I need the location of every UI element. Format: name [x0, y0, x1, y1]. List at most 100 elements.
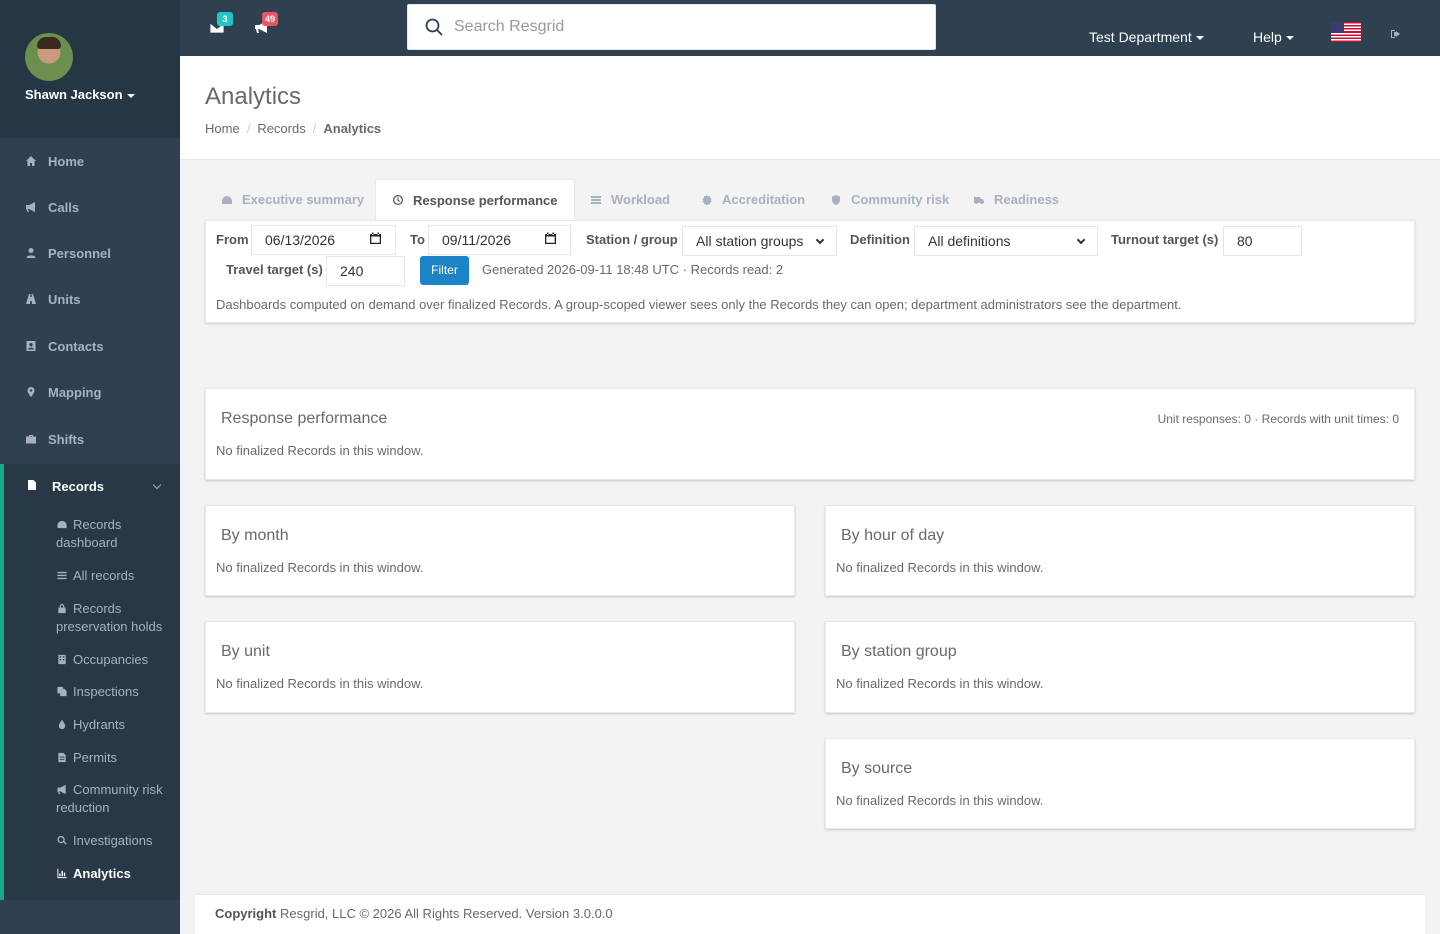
footer: Copyright Resgrid, LLC © 2026 All Rights… [195, 894, 1425, 934]
breadcrumb-records[interactable]: Records [257, 121, 305, 136]
shield-icon [832, 194, 840, 205]
by-unit-card: By unit No finalized Records in this win… [205, 621, 795, 713]
subitem-label: Investigations [73, 833, 153, 848]
sidebar-item-personnel[interactable]: Personnel [0, 230, 180, 276]
to-date-input[interactable]: 09/11/2026 [428, 225, 571, 255]
travel-target-label: Travel target (s) [226, 262, 323, 277]
bullhorn-icon [25, 201, 39, 213]
sidebar-item-label: Shifts [48, 431, 85, 447]
sidebar-subitem-community-risk-reduction[interactable]: Community risk reduction [56, 781, 178, 817]
empty-state-text: No finalized Records in this window. [216, 443, 424, 458]
sidebar-item-label: Contacts [48, 338, 104, 354]
list-icon [591, 195, 601, 204]
lock-icon [58, 603, 66, 614]
sidebar-item-units[interactable]: Units [0, 276, 180, 322]
tab-accreditation[interactable]: Accreditation [685, 179, 821, 220]
tab-response-performance[interactable]: Response performance [375, 179, 575, 220]
tab-executive-summary[interactable]: Executive summary [205, 179, 380, 220]
sidebar-subitem-records-dashboard[interactable]: Records dashboard [56, 516, 178, 552]
us-flag-icon[interactable] [1331, 22, 1361, 42]
dashboard-icon [57, 520, 67, 529]
bar-chart-icon [57, 868, 67, 879]
list-icon [57, 571, 67, 580]
sidebar-item-label: Calls [48, 199, 80, 215]
user-icon [25, 247, 39, 259]
calendar-icon[interactable] [544, 232, 557, 248]
caret-down-icon [126, 93, 135, 98]
turnout-target-input[interactable]: 80 [1223, 226, 1302, 256]
sidebar-subitem-preservation-holds[interactable]: Records preservation holds [56, 600, 178, 636]
department-dropdown[interactable]: Test Department [1089, 29, 1204, 45]
clock-icon [393, 195, 403, 205]
certificate-icon [702, 194, 712, 205]
tab-label: Readiness [994, 192, 1060, 207]
user-menu-toggle[interactable]: Shawn Jackson [25, 87, 135, 102]
help-dropdown[interactable]: Help [1253, 29, 1294, 45]
sidebar-item-contacts[interactable]: Contacts [0, 323, 180, 369]
sidebar-subitem-analytics[interactable]: Analytics [56, 865, 178, 883]
card-title: By unit [221, 643, 270, 660]
sidebar-subitem-investigations[interactable]: Investigations [56, 832, 178, 850]
calendar-icon[interactable] [369, 232, 382, 248]
sidebar-subitem-hydrants[interactable]: Hydrants [56, 716, 178, 734]
empty-state-text: No finalized Records in this window. [216, 560, 424, 575]
messages-button[interactable]: 3 [209, 12, 233, 36]
empty-state-text: No finalized Records in this window. [836, 676, 1044, 691]
breadcrumb-home[interactable]: Home [205, 121, 240, 136]
card-meta: Unit responses: 0 · Records with unit ti… [1157, 412, 1399, 426]
empty-state-text: No finalized Records in this window. [836, 793, 1044, 808]
sidebar-subitem-occupancies[interactable]: Occupancies [56, 651, 178, 669]
by-source-card: By source No finalized Records in this w… [825, 738, 1415, 829]
sidebar-subitem-inspections[interactable]: Inspections [56, 683, 178, 701]
sidebar-item-shifts[interactable]: Shifts [0, 416, 180, 462]
sidebar-item-calls[interactable]: Calls [0, 184, 180, 230]
copyright-label: Copyright [215, 906, 277, 921]
file-icon [26, 479, 40, 494]
subitem-label: Occupancies [73, 652, 149, 667]
tab-label: Workload [611, 192, 670, 207]
filter-button[interactable]: Filter [420, 256, 469, 285]
tab-workload[interactable]: Workload [574, 179, 686, 220]
page-header: Analytics Home / Records / Analytics [180, 56, 1440, 160]
help-label: Help [1253, 29, 1282, 45]
logout-icon[interactable] [1390, 27, 1402, 38]
briefcase-icon [25, 433, 39, 445]
bullhorn-icon [57, 784, 66, 795]
travel-target-input[interactable]: 240 [326, 256, 405, 286]
sidebar-item-mapping[interactable]: Mapping [0, 369, 180, 415]
alerts-button[interactable]: 49 [254, 12, 279, 36]
sidebar-subitem-permits[interactable]: Permits [56, 749, 178, 767]
from-date-input[interactable]: 06/13/2026 [251, 225, 396, 255]
tab-readiness[interactable]: Readiness [957, 179, 1075, 220]
card-title: By month [221, 527, 289, 544]
subitem-label: Inspections [73, 684, 139, 699]
from-label: From [216, 232, 249, 247]
sidebar-item-home[interactable]: Home [0, 138, 180, 184]
from-date-value: 06/13/2026 [265, 232, 336, 248]
chevron-down-icon [152, 480, 162, 490]
sidebar-item-label: Records [52, 478, 105, 494]
filter-panel: From 06/13/2026 To 09/11/2026 Station / … [205, 220, 1415, 323]
definition-select[interactable]: All definitions [914, 226, 1098, 256]
sidebar-item-records[interactable]: Records [4, 464, 180, 508]
subitem-label: Hydrants [73, 717, 126, 732]
generated-info: Generated 2026-09-11 18:48 UTC · Records… [482, 262, 784, 277]
breadcrumb-current: Analytics [323, 121, 382, 136]
empty-state-text: No finalized Records in this window. [836, 560, 1044, 575]
search-box [407, 4, 936, 50]
station-group-select[interactable]: All station groups [682, 226, 837, 256]
station-group-label: Station / group [586, 232, 678, 247]
page-title: Analytics [205, 83, 302, 110]
sidebar-subitem-all-records[interactable]: All records [56, 567, 178, 585]
map-marker-icon [25, 386, 39, 398]
department-label: Test Department [1089, 29, 1192, 45]
file-text-icon [58, 752, 66, 763]
search-input[interactable] [454, 18, 914, 36]
card-title: By hour of day [841, 527, 945, 544]
tab-label: Community risk [851, 192, 950, 207]
response-performance-card: Response performance Unit responses: 0 ·… [205, 388, 1415, 480]
dashboard-icon [222, 195, 232, 204]
avatar[interactable] [25, 33, 73, 81]
tab-community-risk[interactable]: Community risk [814, 179, 965, 220]
sidebar-records-section: Records Records dashboard All records Re… [0, 464, 180, 900]
